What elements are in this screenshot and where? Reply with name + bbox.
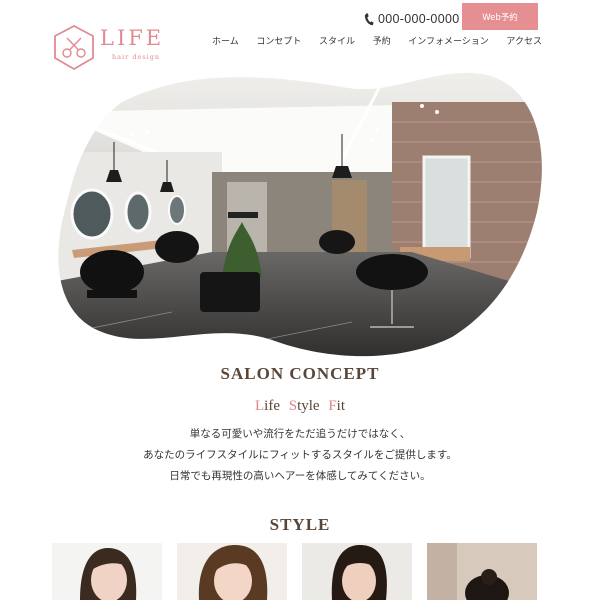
- tagline-word1-cap: L: [254, 398, 265, 414]
- style-photo[interactable]: [177, 543, 287, 600]
- nav-item-information[interactable]: インフォメーション: [408, 34, 489, 47]
- nav-item-concept[interactable]: コンセプト: [256, 34, 301, 47]
- concept-title: SALON CONCEPT: [220, 364, 380, 383]
- style-photo[interactable]: [427, 543, 537, 600]
- nav-item-access[interactable]: アクセス: [506, 34, 542, 47]
- nav-item-reservation[interactable]: 予約: [373, 34, 391, 47]
- tagline-word3-cap: F: [328, 398, 337, 414]
- hero-salon-image: [52, 62, 546, 362]
- nav-item-style[interactable]: スタイル: [319, 34, 355, 47]
- concept-line: 単なる可愛いや流行をただ追うだけではなく、: [189, 428, 411, 440]
- concept-line: 日常でも再現性の高いヘアーを体感してみてください。: [169, 470, 431, 482]
- phone-icon: [364, 13, 374, 25]
- style-photo[interactable]: [52, 543, 162, 600]
- logo-name: LIFE: [100, 26, 165, 50]
- phone-number: 000-000-0000: [378, 12, 460, 26]
- main-nav: ホーム コンセプト スタイル 予約 インフォメーション アクセス: [212, 34, 542, 47]
- concept-text: 単なる可愛いや流行をただ追うだけではなく、 あなたのライフスタイルにフィットする…: [0, 424, 600, 487]
- tagline-word2-cap: S: [288, 398, 298, 414]
- style-title: STYLE: [269, 515, 331, 534]
- tagline-word3-rest: it: [336, 398, 346, 414]
- concept-tagline: Life Style Fit: [0, 398, 600, 415]
- tagline-word2-rest: tyle: [297, 398, 320, 414]
- tagline-word1-rest: ife: [264, 398, 280, 414]
- style-photo[interactable]: [302, 543, 412, 600]
- logo-subtitle: hair design: [112, 53, 161, 61]
- concept-line: あなたのライフスタイルにフィットするスタイルをご提供します。: [143, 449, 457, 461]
- nav-item-home[interactable]: ホーム: [212, 34, 239, 47]
- phone-contact[interactable]: 000-000-0000: [364, 11, 459, 27]
- web-reservation-button[interactable]: Web予約: [462, 3, 538, 30]
